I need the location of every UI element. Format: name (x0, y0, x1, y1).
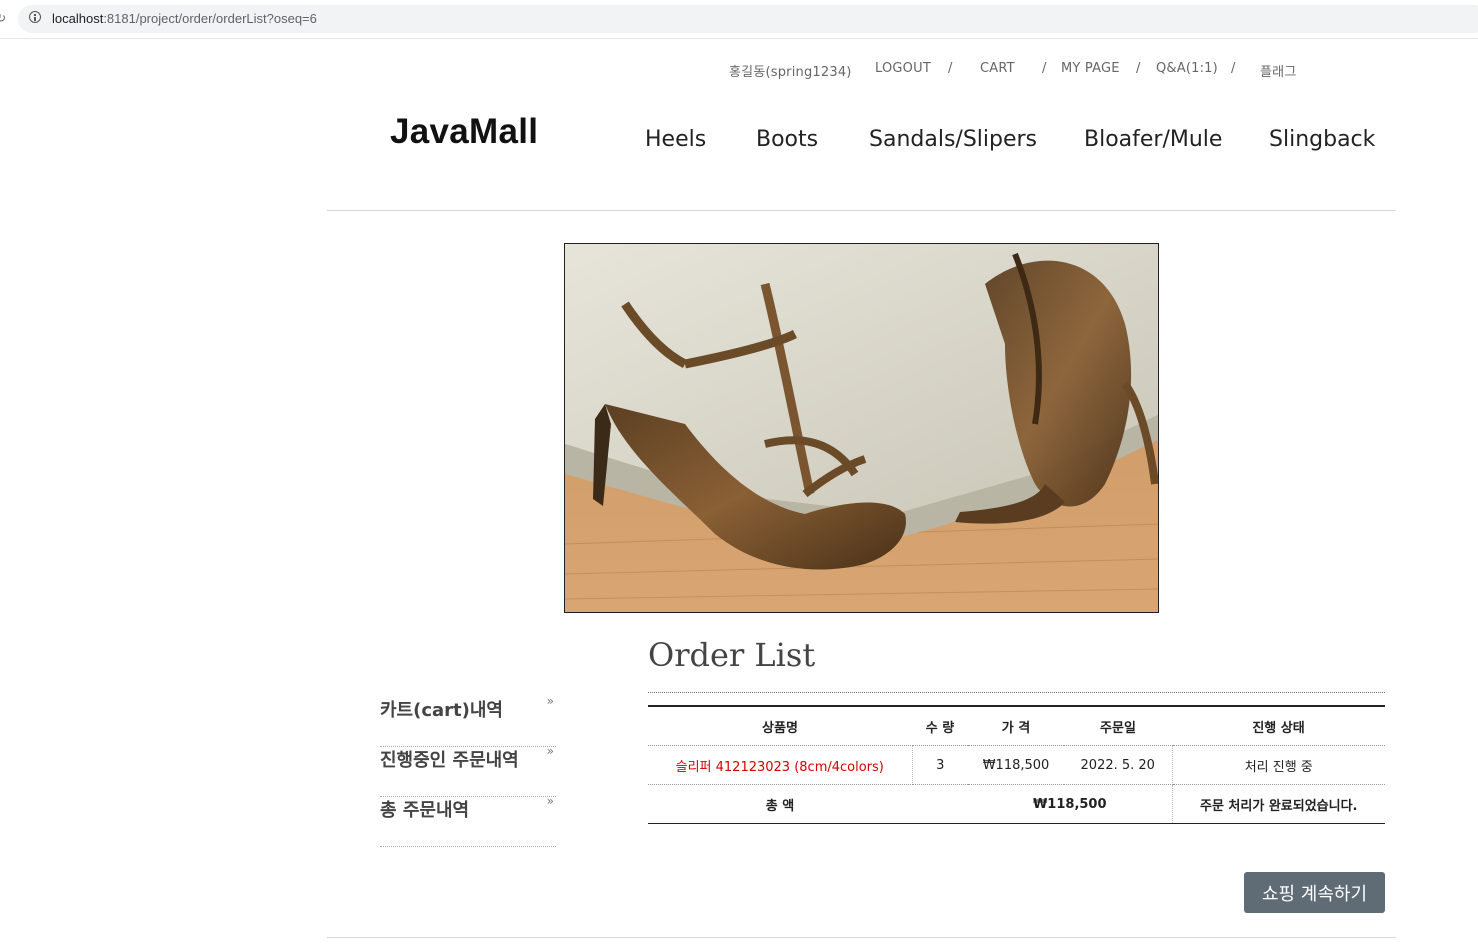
total-message: 주문 처리가 완료되었습니다. (1172, 784, 1385, 824)
chevron-right-icon: » (546, 794, 554, 808)
qty-cell: 3 (912, 745, 968, 785)
browser-address-bar: ↻ localhost:8181/project/order/orderList… (0, 0, 1478, 39)
page-title: Order List (648, 636, 816, 674)
sidebar-item-orders-in-progress[interactable]: 진행중인 주문내역 » (380, 744, 556, 797)
sidebar-item-cart-history[interactable]: 카트(cart)내역 » (380, 694, 556, 747)
table-header-row: 상품명 수 량 가 격 주문일 진행 상태 (648, 705, 1385, 746)
header-qty: 수 량 (912, 705, 968, 746)
header-date: 주문일 (1064, 705, 1172, 746)
total-row: 총 액 ₩118,500 주문 처리가 완료되었습니다. (648, 784, 1385, 824)
header-divider (327, 210, 1396, 211)
nav-slingback[interactable]: Slingback (1269, 127, 1375, 152)
continue-shopping-button[interactable]: 쇼핑 계속하기 (1244, 872, 1385, 913)
util-separator: / (1231, 61, 1236, 76)
mypage-link[interactable]: MY PAGE (1061, 61, 1120, 76)
footer-divider (327, 937, 1396, 938)
total-amount: ₩118,500 (968, 784, 1173, 824)
util-separator: / (1042, 61, 1047, 76)
util-separator: / (948, 61, 953, 76)
status-cell: 처리 진행 중 (1172, 745, 1385, 785)
chevron-right-icon: » (546, 694, 554, 708)
price-cell: ₩118,500 (968, 745, 1064, 785)
nav-sandals[interactable]: Sandals/Slipers (869, 127, 1037, 152)
title-divider (648, 692, 1385, 693)
util-separator: / (1136, 61, 1141, 76)
nav-boots[interactable]: Boots (756, 127, 818, 152)
header-status: 진행 상태 (1172, 705, 1385, 746)
header-product: 상품명 (648, 705, 912, 746)
sidebar-item-label: 총 주문내역 (380, 800, 470, 821)
product-cell: 슬리퍼 412123023 (8cm/4colors) (648, 745, 913, 785)
header-price: 가 격 (968, 705, 1064, 746)
order-table: 상품명 수 량 가 격 주문일 진행 상태 슬리퍼 412123023 (8cm… (648, 705, 1385, 824)
chevron-right-icon: » (546, 744, 554, 758)
logout-link[interactable]: LOGOUT (875, 61, 931, 76)
qna-link[interactable]: Q&A(1:1) (1156, 61, 1218, 76)
cart-link[interactable]: CART (980, 61, 1015, 76)
extra-link[interactable]: 플래그 (1260, 61, 1296, 80)
nav-heels[interactable]: Heels (645, 127, 706, 152)
sidebar-item-all-orders[interactable]: 총 주문내역 » (380, 794, 556, 847)
product-link[interactable]: 슬리퍼 412123023 (8cm/4colors) (676, 760, 884, 775)
site-logo[interactable]: JavaMall (390, 112, 538, 152)
reload-icon[interactable]: ↻ (0, 11, 6, 25)
total-spacer (912, 784, 968, 824)
nav-bloafer-mule[interactable]: Bloafer/Mule (1084, 127, 1222, 152)
sidebar-item-label: 진행중인 주문내역 (380, 750, 519, 771)
user-name: 홍길동(spring1234) (729, 65, 852, 80)
url-text[interactable]: localhost:8181/project/order/orderList?o… (52, 11, 317, 26)
date-cell: 2022. 5. 20 (1064, 745, 1173, 785)
hero-sandals-image (564, 243, 1159, 613)
sidebar-item-label: 카트(cart)내역 (380, 700, 503, 721)
table-row: 슬리퍼 412123023 (8cm/4colors) 3 ₩118,500 2… (648, 745, 1385, 785)
total-label: 총 액 (648, 784, 912, 824)
site-info-icon[interactable] (29, 11, 41, 23)
